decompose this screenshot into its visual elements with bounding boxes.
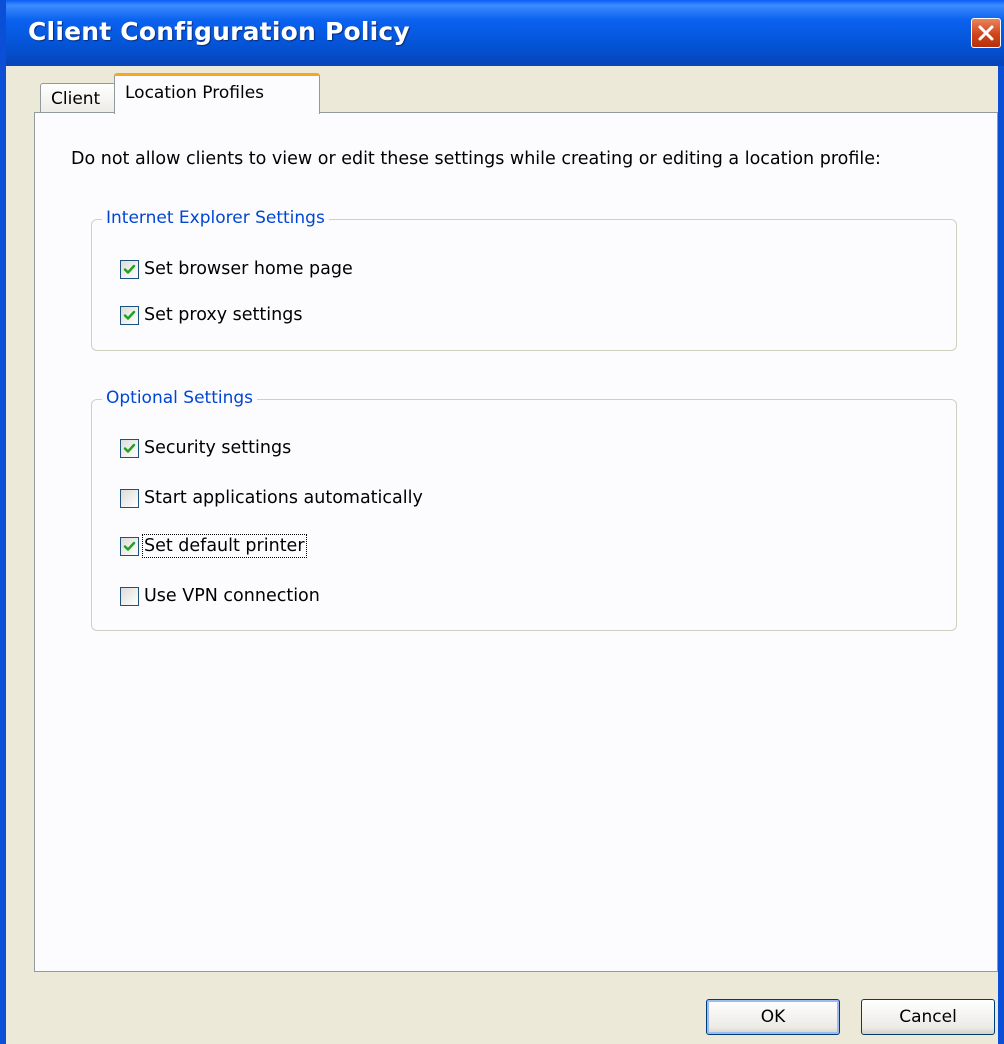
checkbox-security-settings[interactable]: [120, 438, 139, 458]
checkbox-row-proxy-settings[interactable]: Set proxy settings: [120, 302, 302, 328]
checkmark-icon: [123, 264, 136, 274]
checkbox-row-browser-home-page[interactable]: Set browser home page: [120, 256, 353, 282]
group-title-optional-settings: Optional Settings: [102, 388, 258, 408]
tab-client[interactable]: Client: [40, 83, 116, 113]
internet-explorer-settings-group: Internet Explorer Settings Set browser h…: [91, 208, 957, 351]
cancel-button[interactable]: Cancel: [861, 999, 995, 1035]
checkbox-label-proxy-settings: Set proxy settings: [144, 305, 303, 325]
tab-client-label: Client: [51, 89, 101, 109]
optional-settings-group: Optional Settings Security settings Star…: [91, 388, 957, 631]
checkbox-label-default-printer: Set default printer: [142, 534, 307, 558]
tab-location-profiles-label: Location Profiles: [125, 83, 265, 103]
checkbox-browser-home-page[interactable]: [120, 259, 139, 279]
group-title-internet-explorer: Internet Explorer Settings: [102, 208, 329, 228]
checkmark-icon: [123, 443, 136, 453]
checkbox-label-browser-home-page: Set browser home page: [144, 259, 353, 279]
tab-panel-location-profiles: Do not allow clients to view or edit the…: [34, 112, 998, 972]
window-title: Client Configuration Policy: [28, 17, 410, 46]
checkbox-label-security-settings: Security settings: [144, 438, 292, 458]
checkbox-row-default-printer[interactable]: Set default printer: [120, 533, 307, 559]
ok-button[interactable]: OK: [706, 999, 840, 1035]
close-button[interactable]: [971, 18, 1001, 48]
checkbox-proxy-settings[interactable]: [120, 305, 139, 325]
checkbox-label-vpn-connection: Use VPN connection: [144, 586, 320, 606]
checkmark-icon: [123, 310, 136, 320]
close-icon: [978, 25, 994, 41]
dialog-window: Client Configuration Policy Client Locat…: [0, 0, 1004, 1044]
title-bar[interactable]: Client Configuration Policy: [6, 0, 1004, 66]
checkbox-row-vpn-connection[interactable]: Use VPN connection: [120, 583, 320, 609]
checkbox-row-start-applications[interactable]: Start applications automatically: [120, 485, 423, 511]
checkbox-default-printer[interactable]: [120, 536, 139, 556]
checkbox-label-start-applications: Start applications automatically: [144, 488, 423, 508]
checkbox-start-applications[interactable]: [120, 488, 139, 508]
checkbox-row-security-settings[interactable]: Security settings: [120, 435, 291, 461]
checkbox-vpn-connection[interactable]: [120, 586, 139, 606]
tab-location-profiles[interactable]: Location Profiles: [114, 73, 320, 114]
instruction-text: Do not allow clients to view or edit the…: [71, 149, 881, 169]
checkmark-icon: [123, 541, 136, 551]
